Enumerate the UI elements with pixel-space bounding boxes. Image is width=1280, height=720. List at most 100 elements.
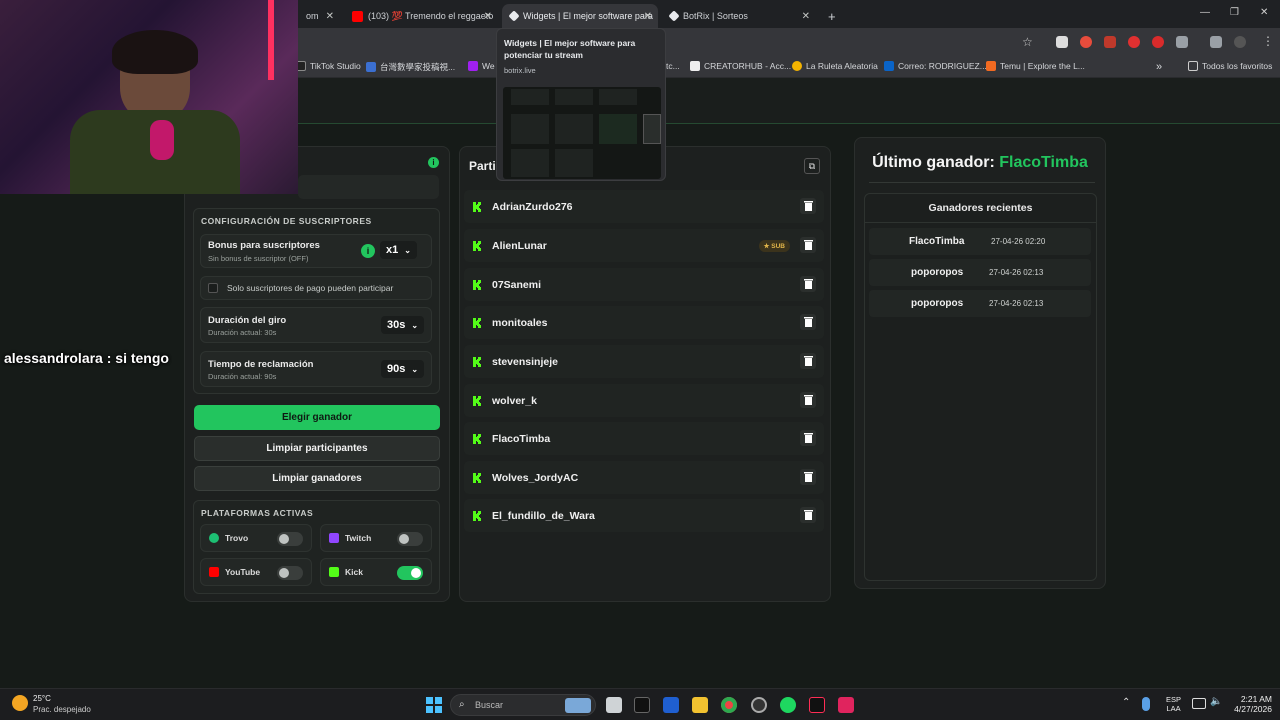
tiktok-icon[interactable]: [809, 697, 825, 713]
bookmark[interactable]: CREATORHUB - Acc...: [690, 61, 791, 71]
tab-sorteos[interactable]: BotRix | Sorteos ✕: [662, 4, 816, 28]
windows-start-icon[interactable]: [426, 697, 442, 713]
trash-icon[interactable]: [800, 469, 816, 485]
platform-kick[interactable]: Kick: [320, 558, 432, 586]
bookmark[interactable]: Correo: RODRIGUEZ...: [884, 61, 987, 71]
app-icon[interactable]: [663, 697, 679, 713]
chrome-icon[interactable]: [721, 697, 737, 713]
task-view-icon[interactable]: [606, 697, 622, 713]
app-icon[interactable]: [634, 697, 650, 713]
kick-toggle[interactable]: [397, 566, 423, 580]
taskbar: 25°C Prac. despejado ⌕ Buscar ⌃ ESP LAA 🔈…: [0, 688, 1280, 720]
trash-icon[interactable]: [800, 353, 816, 369]
bookmark-label: Temu | Explore the L...: [1000, 61, 1085, 71]
tab-2[interactable]: (103) 💯 Tremendo el reggaeto ✕: [344, 4, 498, 28]
bookmark[interactable]: tc...: [666, 61, 680, 71]
preview-domain: botrix.live: [504, 66, 536, 75]
star-icon[interactable]: ☆: [1022, 35, 1033, 49]
pick-winner-button[interactable]: Elegir ganador: [194, 405, 440, 430]
app-icon[interactable]: [751, 697, 767, 713]
clock[interactable]: 2:21 AM 4/27/2026: [1226, 694, 1272, 714]
media-icon[interactable]: [1210, 36, 1222, 48]
extension-icon[interactable]: [1152, 36, 1164, 48]
extension-icon[interactable]: [1080, 36, 1092, 48]
thumb-card: [599, 89, 637, 105]
list-item: poporopos 27-04-26 02:13: [869, 259, 1091, 286]
puzzle-icon[interactable]: [1176, 36, 1188, 48]
search-input[interactable]: ⌕ Buscar: [450, 694, 596, 716]
trovo-toggle[interactable]: [277, 532, 303, 546]
weather-desc: Prac. despejado: [33, 705, 91, 714]
extension-icon[interactable]: [1128, 36, 1140, 48]
light-strip: [268, 0, 274, 80]
close-icon[interactable]: ✕: [484, 11, 492, 22]
trovo-icon: [209, 533, 219, 543]
trash-icon[interactable]: [800, 430, 816, 446]
clear-winners-button[interactable]: Limpiar ganadores: [194, 466, 440, 491]
spin-select[interactable]: 30s ⌄: [381, 316, 425, 334]
copy-icon[interactable]: ⧉: [804, 158, 820, 174]
bookmark-label: tc...: [666, 61, 680, 71]
bookmarks-more-button[interactable]: »: [1156, 61, 1162, 73]
twitch-toggle[interactable]: [397, 532, 423, 546]
network-icon[interactable]: [1192, 698, 1206, 709]
new-tab-button[interactable]: +: [820, 4, 840, 28]
close-icon[interactable]: ✕: [802, 11, 810, 22]
volume-icon[interactable]: 🔈: [1210, 696, 1222, 707]
tab-1[interactable]: om ✕: [298, 4, 340, 28]
language-indicator[interactable]: ESP LAA: [1166, 695, 1181, 713]
clear-participants-button[interactable]: Limpiar participantes: [194, 436, 440, 461]
chevron-down-icon: ⌄: [411, 364, 419, 374]
kick-icon: [329, 567, 339, 577]
claim-select[interactable]: 90s ⌄: [381, 360, 425, 378]
spotify-icon[interactable]: [780, 697, 796, 713]
weather-icon[interactable]: [12, 695, 28, 711]
platform-youtube[interactable]: YouTube: [200, 558, 312, 586]
app-icon[interactable]: [838, 697, 854, 713]
info-icon[interactable]: i: [428, 157, 439, 168]
trash-icon[interactable]: [800, 507, 816, 523]
minimize-icon[interactable]: —: [1200, 7, 1210, 18]
last-winner-label: Último ganador:: [872, 154, 995, 171]
list-item: poporopos 27-04-26 02:13: [869, 290, 1091, 317]
all-bookmarks[interactable]: Todos los favoritos: [1188, 61, 1272, 71]
bookmark[interactable]: La Ruleta Aleatoria: [792, 61, 878, 71]
input-field[interactable]: [298, 175, 439, 199]
kick-icon: [473, 356, 481, 367]
avatar[interactable]: [1234, 36, 1246, 48]
trash-icon[interactable]: [800, 237, 816, 253]
bookmark[interactable]: We: [468, 61, 495, 71]
bookmark[interactable]: TikTok Studio: [296, 61, 361, 71]
winner-name: poporopos: [911, 298, 964, 309]
microphone-icon[interactable]: [1142, 697, 1150, 711]
maximize-icon[interactable]: ❐: [1230, 7, 1239, 18]
kick-icon: [473, 201, 481, 212]
hair: [112, 30, 198, 74]
trash-icon[interactable]: [800, 198, 816, 214]
chevron-up-icon[interactable]: ⌃: [1122, 697, 1130, 708]
extension-icon[interactable]: [1104, 36, 1116, 48]
kick-icon: [473, 317, 481, 328]
platform-trovo[interactable]: Trovo: [200, 524, 312, 552]
search-highlight-icon: [565, 698, 591, 713]
close-icon[interactable]: ✕: [644, 11, 652, 22]
platform-twitch[interactable]: Twitch: [320, 524, 432, 552]
bookmark[interactable]: 台灣數學家投稿視...: [366, 61, 455, 73]
tab-widgets[interactable]: Widgets | El mejor software para ✕: [502, 4, 658, 28]
bonus-select[interactable]: x1 ⌄: [380, 241, 417, 259]
youtube-toggle[interactable]: [277, 566, 303, 580]
menu-icon[interactable]: ⋮: [1262, 34, 1274, 48]
plus-icon: +: [828, 8, 836, 24]
bookmark[interactable]: Temu | Explore the L...: [986, 61, 1085, 71]
trash-icon[interactable]: [800, 314, 816, 330]
info-icon[interactable]: i: [361, 244, 375, 258]
platform-label: YouTube: [225, 567, 261, 577]
extension-icon[interactable]: [1056, 36, 1068, 48]
divider: [864, 222, 1097, 223]
trash-icon[interactable]: [800, 276, 816, 292]
trash-icon[interactable]: [800, 392, 816, 408]
close-window-icon[interactable]: ✕: [1260, 7, 1268, 18]
only-paid-checkbox[interactable]: [208, 283, 218, 293]
close-icon[interactable]: ✕: [326, 11, 334, 22]
file-explorer-icon[interactable]: [692, 697, 708, 713]
